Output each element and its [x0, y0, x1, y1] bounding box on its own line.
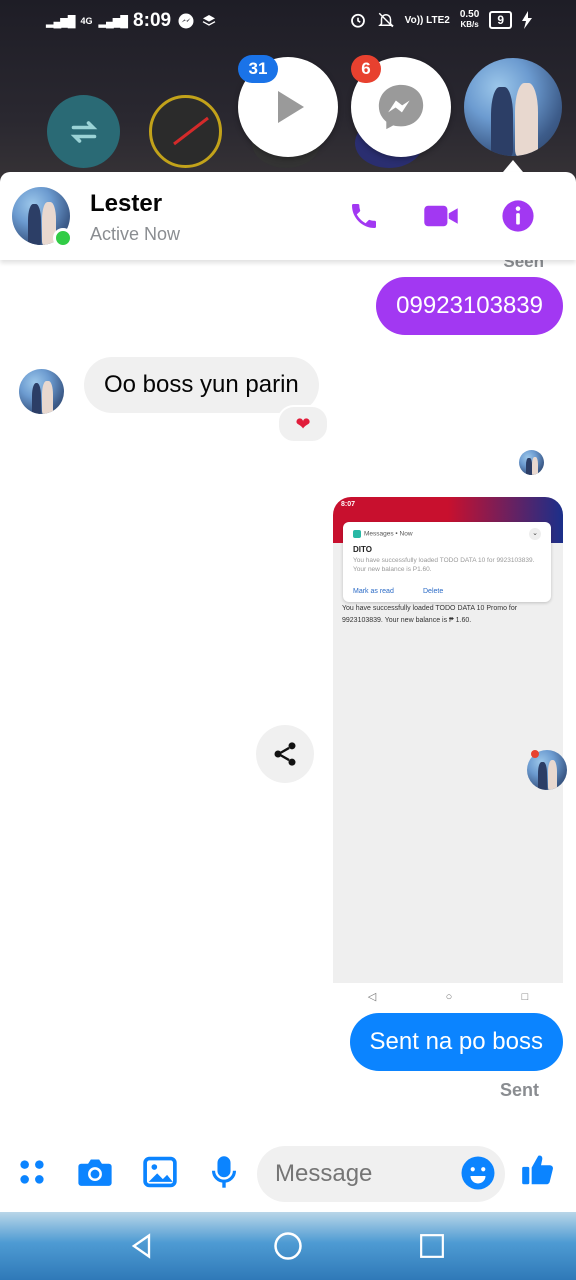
messenger-status-icon — [178, 13, 194, 29]
video-badge: 31 — [238, 55, 278, 83]
recents-square-icon — [420, 1234, 444, 1258]
composer — [0, 1140, 576, 1212]
chat-header: Lester Active Now — [0, 172, 576, 260]
back-icon: ◁ — [367, 991, 377, 1003]
screenshot-message-text: You have successfully loaded TODO DATA 1… — [342, 605, 518, 624]
nav-recents-button[interactable] — [416, 1230, 448, 1262]
signal-icon-2: ▂▄▆█ — [98, 15, 128, 28]
grid-dots-icon — [20, 1160, 44, 1184]
screenshot-nav-bar: ◁ ○ □ — [333, 983, 563, 1010]
lester-chat-head[interactable] — [464, 58, 562, 156]
notification-expand-icon: ⌄ — [529, 528, 541, 540]
messenger-badge: 6 — [351, 55, 381, 83]
phone-icon — [352, 204, 376, 228]
incoming-message[interactable]: Oo boss yun parin — [84, 357, 319, 413]
messenger-icon — [378, 84, 424, 130]
delete-action: Delete — [423, 588, 444, 595]
net-speed: 0.50 KB/s — [459, 9, 480, 30]
online-indicator — [53, 228, 73, 248]
play-icon — [278, 91, 304, 123]
clock-hand-icon — [173, 116, 209, 146]
nav-home-button[interactable] — [272, 1230, 304, 1262]
voice-clip-button[interactable] — [206, 1154, 242, 1190]
share-icon — [274, 742, 296, 766]
notification-app: Messages • Now — [353, 530, 413, 538]
battery-icon: 9 — [489, 11, 512, 29]
layers-icon — [202, 15, 216, 26]
screenshot-status-time: 8:07 — [341, 501, 356, 508]
gallery-button[interactable] — [142, 1154, 178, 1190]
swap-arrows-icon — [70, 120, 97, 143]
camera-icon — [78, 1159, 112, 1186]
screenshot-notification: Messages • Now ⌄ DITO You have successfu… — [343, 522, 551, 602]
contact-avatar — [19, 369, 64, 414]
emoji-button[interactable] — [460, 1155, 496, 1191]
nav-back-button[interactable] — [126, 1230, 158, 1262]
shared-screenshot-image[interactable]: 8:07 Messages • Now ⌄ DITO You have succ… — [333, 497, 563, 1010]
active-head-pointer — [503, 160, 523, 172]
status-bar: ▂▄▆█ 4G ▂▄▆█ 8:09 Vo)) LTE2 0.50 KB/s 9 — [0, 0, 576, 44]
outgoing-message[interactable]: 09923103839 — [376, 277, 563, 335]
more-actions-button[interactable] — [14, 1154, 50, 1190]
clock-chat-head[interactable] — [149, 95, 222, 168]
home-icon: ○ — [445, 990, 453, 1003]
camera-button[interactable] — [77, 1154, 113, 1190]
video-call-button[interactable] — [423, 198, 459, 234]
mark-as-read-action: Mark as read — [353, 588, 394, 595]
voice-call-button[interactable] — [346, 198, 382, 234]
volte-indicator: Vo)) LTE2 — [404, 14, 450, 26]
thumbs-up-icon — [522, 1155, 553, 1185]
heart-reaction[interactable]: ❤ — [277, 405, 329, 443]
contact-name[interactable]: Lester — [90, 190, 162, 218]
like-button[interactable] — [518, 1150, 558, 1190]
data-switch-chat-head[interactable] — [47, 95, 120, 168]
share-button[interactable] — [256, 725, 314, 783]
sent-label: Sent — [499, 1080, 539, 1100]
mute-bell-icon — [377, 12, 394, 28]
read-receipt-avatar — [519, 450, 544, 475]
charging-icon — [522, 11, 532, 29]
notification-body: You have successfully loaded TODO DATA 1… — [353, 557, 535, 573]
microphone-icon — [211, 1156, 237, 1188]
home-circle-icon — [274, 1232, 302, 1260]
status-time: 8:09 — [133, 10, 172, 31]
chat-heads-overlay: ▂▄▆█ 4G ▂▄▆█ 8:09 Vo)) LTE2 0.50 KB/s 9 — [0, 0, 576, 200]
active-status: Active Now — [90, 224, 181, 244]
info-icon — [502, 200, 534, 232]
floating-head-dot — [531, 750, 539, 758]
system-nav-bar — [0, 1212, 576, 1280]
image-icon — [143, 1156, 177, 1188]
outgoing-message-2[interactable]: Sent na po boss — [349, 1013, 563, 1071]
notification-title: DITO — [353, 545, 372, 554]
smiley-icon — [461, 1156, 495, 1190]
signal-icon: ▂▄▆█ — [46, 15, 75, 28]
conversation-info-button[interactable] — [500, 198, 536, 234]
video-camera-icon — [424, 205, 458, 227]
alarm-icon — [350, 13, 365, 28]
network-type: 4G — [80, 15, 93, 26]
back-triangle-icon — [131, 1233, 151, 1259]
recents-icon: □ — [521, 990, 529, 1003]
